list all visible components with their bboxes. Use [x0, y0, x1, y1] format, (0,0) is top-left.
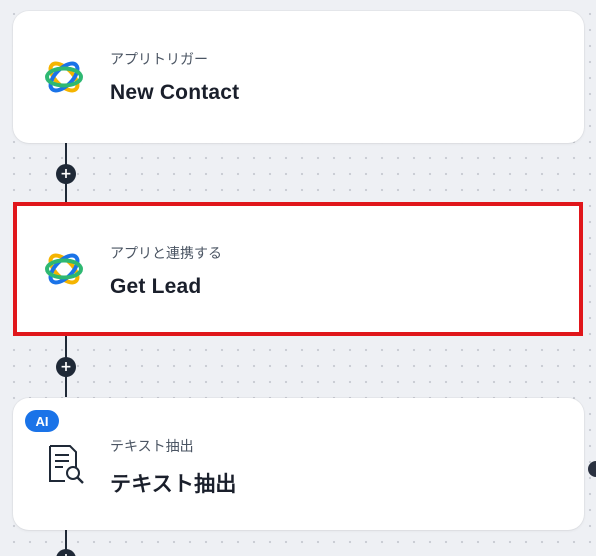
step-type-label: アプリと連携する [110, 245, 222, 261]
step-title: テキスト抽出 [110, 473, 237, 496]
side-handle[interactable] [588, 461, 596, 477]
step-card-text-extract[interactable]: テキスト抽出 テキスト抽出 [13, 398, 584, 530]
add-step-button[interactable]: + [56, 164, 76, 184]
app-orbit-icon [45, 253, 83, 285]
add-step-button[interactable]: + [56, 357, 76, 377]
step-title: Get Lead [110, 275, 202, 298]
step-type-label: テキスト抽出 [110, 438, 194, 454]
document-search-icon [49, 445, 84, 484]
ai-badge: AI [25, 410, 59, 432]
step-card-trigger[interactable]: アプリトリガー New Contact [13, 11, 584, 143]
step-card-get-lead[interactable]: アプリと連携する Get Lead [13, 202, 583, 336]
add-step-button[interactable]: + [56, 549, 76, 556]
step-title: New Contact [110, 81, 240, 104]
step-type-label: アプリトリガー [110, 51, 208, 67]
app-orbit-icon [45, 61, 83, 93]
